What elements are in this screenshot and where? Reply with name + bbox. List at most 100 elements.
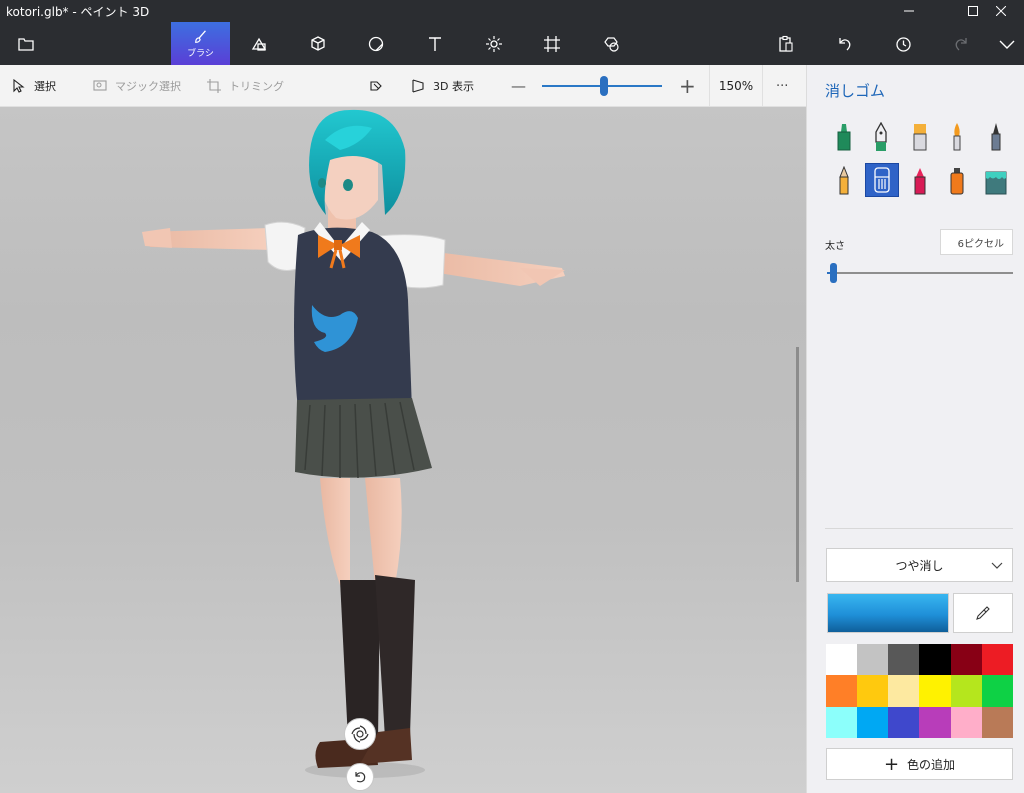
eyedropper-icon — [976, 606, 990, 620]
color-swatch[interactable] — [981, 675, 1013, 707]
brush-pencil[interactable] — [827, 164, 861, 198]
tab-stickers[interactable] — [354, 22, 398, 65]
zoom-out-icon: — — [511, 77, 526, 95]
color-swatch[interactable] — [857, 675, 889, 707]
close-button[interactable] — [978, 0, 1024, 22]
text-icon — [429, 36, 441, 51]
zoom-level[interactable]: 150% — [709, 65, 763, 107]
tab-2d-shapes[interactable] — [237, 22, 281, 65]
color-swatch[interactable] — [919, 706, 951, 738]
crop-icon — [207, 79, 221, 93]
fill-icon — [985, 171, 1007, 195]
rotate-3d-button[interactable] — [344, 718, 376, 750]
rotate-3d-icon — [351, 725, 369, 743]
color-swatch[interactable] — [826, 675, 858, 707]
spray-can-icon — [950, 168, 964, 195]
reset-view-button[interactable] — [346, 763, 374, 791]
paste-button[interactable] — [764, 22, 808, 65]
color-swatch[interactable] — [919, 644, 951, 676]
more-button[interactable]: ··· — [776, 65, 788, 107]
zoom-in-button[interactable]: + — [679, 65, 696, 107]
color-swatch[interactable] — [888, 675, 920, 707]
brush-eraser[interactable] — [865, 163, 899, 197]
eyedropper-button[interactable] — [953, 593, 1013, 633]
undo-button[interactable] — [822, 22, 866, 65]
add-color-button[interactable]: + 色の追加 — [826, 748, 1013, 780]
maximize-icon — [968, 6, 978, 16]
finish-value: つや消し — [895, 558, 944, 573]
crop-label: トリミング — [229, 80, 284, 93]
color-swatch[interactable] — [888, 644, 920, 676]
view-3d-label: 3D 表示 — [433, 80, 474, 93]
expand-button[interactable] — [990, 22, 1024, 65]
brush-spray-can[interactable] — [940, 164, 974, 198]
color-swatch[interactable] — [919, 675, 951, 707]
canvas-scrollbar[interactable] — [796, 347, 799, 582]
tab-brushes-label: ブラシ — [187, 48, 214, 59]
brush-marker[interactable] — [827, 120, 861, 154]
3d-library-icon — [604, 36, 619, 52]
tab-brushes[interactable]: ブラシ — [171, 22, 230, 65]
color-swatch[interactable] — [826, 706, 858, 738]
color-swatch[interactable] — [826, 644, 858, 676]
title-bar: kotori.glb* - ペイント 3D — [0, 0, 1024, 22]
finish-dropdown[interactable]: つや消し — [826, 548, 1013, 582]
paste-icon — [779, 35, 793, 52]
minimize-icon — [904, 10, 914, 12]
magic-select-label: マジック選択 — [115, 80, 181, 93]
minimize-button[interactable] — [886, 0, 932, 22]
brush-pixel-pen[interactable] — [979, 120, 1013, 154]
brush-calligraphy-pen[interactable] — [864, 120, 898, 154]
tab-canvas[interactable] — [530, 22, 574, 65]
color-palette — [826, 644, 1013, 738]
tab-text[interactable] — [413, 22, 457, 65]
size-slider-track[interactable] — [827, 272, 1013, 274]
tab-3d-library[interactable] — [589, 22, 633, 65]
canvas-icon — [544, 35, 560, 52]
undo-icon — [839, 37, 851, 50]
more-icon: ··· — [776, 78, 789, 94]
size-input[interactable]: 6ピクセル — [940, 229, 1013, 255]
brush-fill[interactable] — [979, 164, 1013, 198]
view-3d-icon — [412, 79, 424, 93]
oil-brush-icon — [913, 124, 927, 151]
marker-icon — [837, 124, 851, 151]
magic-select-icon — [93, 80, 107, 91]
plus-icon: + — [883, 753, 900, 775]
tab-3d-shapes[interactable] — [296, 22, 340, 65]
magic-select-button[interactable]: マジック選択 — [93, 65, 181, 107]
zoom-slider-thumb[interactable] — [600, 76, 609, 96]
color-swatch[interactable] — [981, 644, 1013, 676]
3d-model-character[interactable] — [0, 107, 806, 793]
color-swatch[interactable] — [950, 644, 982, 676]
menu-icon — [18, 37, 34, 51]
color-swatch[interactable] — [950, 706, 982, 738]
brush-watercolor[interactable] — [940, 120, 974, 154]
history-icon — [896, 36, 911, 52]
select-button[interactable]: 選択 — [12, 65, 56, 107]
2d-shapes-icon — [251, 37, 267, 51]
tab-effects[interactable] — [472, 22, 516, 65]
history-button[interactable] — [881, 22, 925, 65]
zoom-out-button[interactable]: — — [511, 65, 526, 107]
panel-title: 消しゴム — [825, 82, 886, 100]
brushes-icon — [194, 29, 206, 43]
color-swatch[interactable] — [857, 706, 889, 738]
color-swatch[interactable] — [888, 706, 920, 738]
brush-crayon[interactable] — [903, 164, 937, 198]
color-swatch[interactable] — [950, 675, 982, 707]
mixed-reality-icon — [370, 81, 382, 91]
brush-oil[interactable] — [903, 120, 937, 154]
crop-button[interactable]: トリミング — [207, 65, 284, 107]
canvas-area[interactable] — [0, 107, 806, 793]
current-color-swatch[interactable] — [827, 593, 949, 633]
color-swatch[interactable] — [981, 706, 1013, 738]
calligraphy-pen-icon — [875, 122, 887, 151]
chevron-down-icon — [991, 562, 1003, 569]
redo-button[interactable] — [940, 22, 984, 65]
menu-button[interactable] — [4, 22, 48, 65]
color-swatch[interactable] — [857, 644, 889, 676]
view-3d-button[interactable]: 3D 表示 — [411, 65, 474, 107]
size-slider-thumb[interactable] — [830, 263, 837, 283]
mixed-reality-button[interactable] — [369, 65, 391, 107]
